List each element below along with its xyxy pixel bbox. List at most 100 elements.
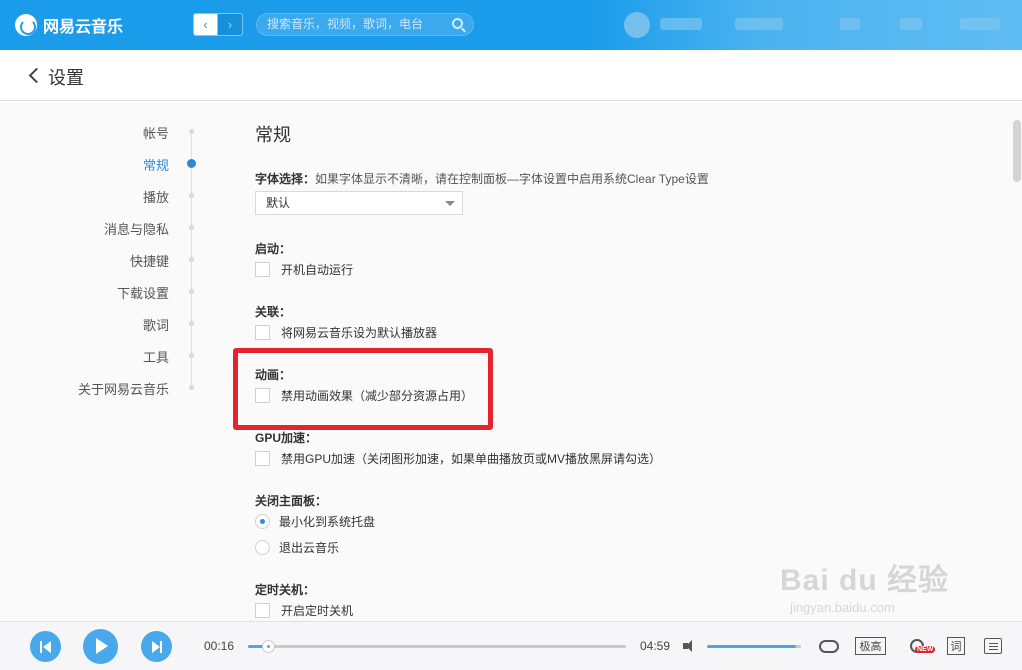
section-title: 常规: [255, 125, 291, 145]
caret-down-icon: [445, 201, 455, 206]
sidenav-item-account[interactable]: 帐号: [143, 123, 169, 142]
toolbar-item-blurred[interactable]: [735, 18, 783, 30]
close-panel-label: 关闭主面板：: [255, 494, 328, 508]
volume-icon[interactable]: [683, 639, 699, 653]
gpu-label: GPU加速：: [255, 431, 318, 445]
next-bar-icon: [160, 641, 162, 653]
sidenav-dot: [189, 129, 194, 134]
title-bar-background: [590, 0, 1022, 50]
sidenav-item-download[interactable]: 下载设置: [117, 283, 169, 302]
previous-bar-icon: [40, 641, 42, 653]
gpu-option-label: 禁用GPU加速（关闭图形加速，如果单曲播放页或MV播放黑屏请勾选）: [281, 452, 662, 466]
font-select[interactable]: 默认: [255, 191, 463, 215]
player-bar: 00:16 04:59 极高 NEW 词: [0, 621, 1022, 670]
previous-icon: [43, 641, 51, 653]
username-blurred[interactable]: [660, 18, 702, 30]
app-name: 网易云音乐: [43, 19, 124, 36]
settings-main: 帐号 常规 播放 消息与隐私 快捷键 下载设置 歌词 工具 关于网易云音乐 常规…: [0, 102, 1022, 621]
lyric-button[interactable]: 词: [947, 637, 965, 655]
forward-button[interactable]: ›: [218, 13, 243, 36]
sidenav-dot: [189, 321, 194, 326]
toolbar-icon-blurred[interactable]: [900, 18, 922, 30]
sidenav-item-lyrics[interactable]: 歌词: [143, 315, 169, 334]
settings-header: 设置: [0, 50, 1022, 101]
minimize-radio-label: 最小化到系统托盘: [279, 515, 376, 529]
gpu-checkbox[interactable]: [255, 451, 270, 466]
exit-radio-label: 退出云音乐: [279, 541, 340, 555]
minimize-radio[interactable]: [255, 514, 270, 529]
font-select-value: 默认: [266, 196, 291, 210]
watermark-url: jingyan.baidu.com: [790, 600, 895, 615]
association-label: 关联：: [255, 305, 292, 319]
page-title: 设置: [48, 68, 84, 88]
history-nav: ‹ ›: [193, 13, 243, 36]
play-button[interactable]: [83, 629, 118, 664]
startup-option-label: 开机自动运行: [281, 263, 354, 277]
close-panel-option-exit[interactable]: 退出云音乐: [255, 539, 339, 556]
sidenav-item-tools[interactable]: 工具: [143, 347, 169, 366]
font-label: 字体选择：如果字体显示不清晰，请在控制面板—字体设置中启用系统Clear Typ…: [255, 170, 709, 187]
association-option[interactable]: 将网易云音乐设为默认播放器: [255, 324, 437, 341]
title-bar: 网易云音乐 ‹ › 搜索音乐，视频，歌词，电台: [0, 0, 1022, 50]
playlist-icon: [988, 642, 998, 650]
association-option-label: 将网易云音乐设为默认播放器: [281, 326, 438, 340]
app-logo[interactable]: 网易云音乐: [15, 13, 123, 37]
volume-slider[interactable]: [707, 645, 801, 648]
next-track-button[interactable]: [141, 631, 172, 662]
sidenav-dot: [189, 225, 194, 230]
sound-effect-button[interactable]: NEW: [903, 637, 936, 655]
search-icon[interactable]: [452, 18, 463, 29]
chevron-left-icon[interactable]: [28, 66, 40, 84]
timer-option[interactable]: 开启定时关机: [255, 602, 353, 619]
gpu-option[interactable]: 禁用GPU加速（关闭图形加速，如果单曲播放页或MV播放黑屏请勾选）: [255, 450, 661, 467]
scrollbar[interactable]: [1008, 102, 1022, 621]
startup-option[interactable]: 开机自动运行: [255, 261, 353, 278]
total-time: 04:59: [640, 639, 671, 653]
association-checkbox[interactable]: [255, 325, 270, 340]
sidenav-item-privacy[interactable]: 消息与隐私: [104, 219, 169, 238]
sidenav-dot-active: [187, 159, 196, 168]
startup-label: 启动：: [255, 242, 292, 256]
playlist-button[interactable]: [984, 638, 1002, 654]
font-hint: 如果字体显示不清晰，请在控制面板—字体设置中启用系统Clear Type设置: [315, 172, 709, 186]
timer-checkbox[interactable]: [255, 603, 270, 618]
netease-music-logo-icon: [15, 14, 37, 36]
progress-slider[interactable]: [248, 640, 626, 653]
sidenav-item-general[interactable]: 常规: [143, 155, 169, 174]
animation-option-label: 禁用动画效果（减少部分资源占用）: [281, 389, 474, 403]
loop-mode-icon[interactable]: [819, 640, 839, 653]
new-badge: NEW: [915, 646, 936, 653]
next-icon: [152, 641, 160, 653]
animation-label: 动画：: [255, 368, 292, 382]
sidenav-dot: [189, 353, 194, 358]
animation-option[interactable]: 禁用动画效果（减少部分资源占用）: [255, 387, 473, 404]
progress-knob[interactable]: [262, 640, 276, 653]
play-icon: [96, 638, 108, 654]
animation-checkbox[interactable]: [255, 388, 270, 403]
exit-radio[interactable]: [255, 540, 270, 555]
back-button[interactable]: ‹: [193, 13, 218, 36]
previous-track-button[interactable]: [30, 631, 61, 662]
settings-sidenav: 帐号 常规 播放 消息与隐私 快捷键 下载设置 歌词 工具 关于网易云音乐: [0, 102, 200, 621]
settings-content: 常规 字体选择：如果字体显示不清晰，请在控制面板—字体设置中启用系统Clear …: [255, 102, 995, 621]
watermark: Bai du 经验: [780, 564, 950, 597]
quality-button[interactable]: 极高: [855, 637, 886, 655]
sidenav-dot: [189, 289, 194, 294]
sidenav-item-playback[interactable]: 播放: [143, 187, 169, 206]
toolbar-icon-blurred[interactable]: [840, 18, 860, 30]
timer-option-label: 开启定时关机: [281, 604, 354, 618]
scrollbar-thumb[interactable]: [1013, 120, 1021, 182]
sidenav-item-about[interactable]: 关于网易云音乐: [78, 379, 169, 398]
font-label-text: 字体选择：: [255, 172, 316, 186]
current-time: 00:16: [204, 639, 235, 653]
close-panel-option-minimize[interactable]: 最小化到系统托盘: [255, 513, 375, 530]
startup-checkbox[interactable]: [255, 262, 270, 277]
avatar[interactable]: [624, 12, 650, 38]
sidenav-dot: [189, 385, 194, 390]
sidenav-item-shortcuts[interactable]: 快捷键: [130, 251, 169, 270]
chevron-left-icon: ‹: [203, 17, 208, 32]
volume-fill: [707, 645, 797, 648]
search-input[interactable]: 搜索音乐，视频，歌词，电台: [256, 13, 474, 36]
chevron-right-icon: ›: [227, 17, 233, 32]
window-controls-blurred[interactable]: [960, 18, 1000, 30]
